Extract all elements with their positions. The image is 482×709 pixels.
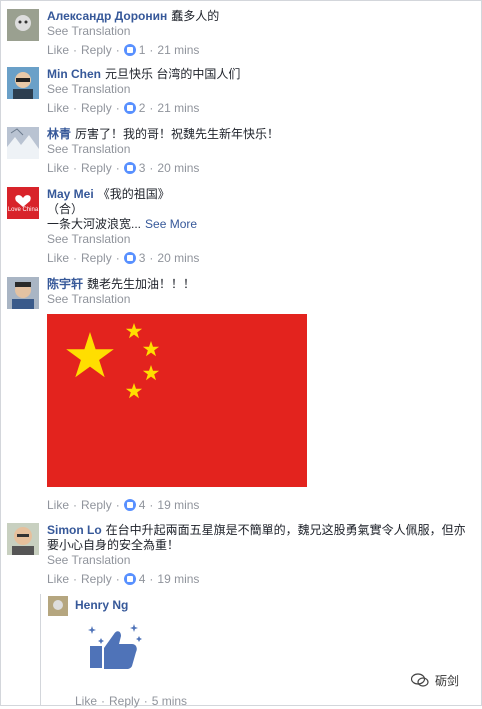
like-reaction-icon[interactable] — [123, 102, 136, 114]
avatar[interactable] — [7, 523, 39, 555]
like-reaction-icon[interactable] — [123, 499, 136, 511]
reply-link[interactable]: Reply — [81, 498, 112, 512]
avatar[interactable] — [48, 596, 68, 616]
thumbs-up-sticker-icon — [86, 620, 142, 672]
timestamp[interactable]: 21 mins — [157, 101, 199, 115]
watermark: 砺剑 — [410, 672, 460, 690]
comment-author[interactable]: Henry Ng — [75, 598, 128, 612]
comment-text: 在台中升起兩面五星旗是不簡單的，魏兄这股勇氣實令人佩服，但亦要小心自身的安全為重… — [47, 523, 466, 552]
reaction-count[interactable]: 2 — [139, 101, 146, 115]
reply-link[interactable]: Reply — [81, 43, 112, 57]
avatar[interactable]: Love China — [7, 187, 39, 219]
like-reaction-icon[interactable] — [123, 162, 136, 174]
comment-text: 魏老先生加油！！！ — [87, 277, 196, 291]
comment-text-line: （合） — [47, 202, 84, 216]
like-link[interactable]: Like — [47, 572, 69, 586]
avatar[interactable] — [7, 277, 39, 309]
like-link[interactable]: Like — [47, 101, 69, 115]
comment-author[interactable]: Александр Доронин — [47, 9, 167, 23]
timestamp[interactable]: 20 mins — [157, 251, 199, 265]
reaction-count[interactable]: 4 — [139, 572, 146, 586]
comment-text-line: 一条大河波浪宽... — [47, 217, 142, 231]
like-reaction-icon[interactable] — [123, 44, 136, 56]
avatar[interactable] — [7, 67, 39, 99]
like-link[interactable]: Like — [47, 43, 69, 57]
comment-author[interactable]: Simon Lo — [47, 523, 102, 537]
like-reaction-icon[interactable] — [123, 252, 136, 264]
see-translation-link[interactable]: See Translation — [47, 24, 474, 39]
see-translation-link[interactable]: See Translation — [47, 292, 474, 307]
reply-link[interactable]: Reply — [81, 572, 112, 586]
see-translation-link[interactable]: See Translation — [47, 82, 474, 97]
avatar[interactable] — [7, 9, 39, 41]
reply-link[interactable]: Reply — [81, 101, 112, 115]
timestamp[interactable]: 20 mins — [157, 161, 199, 175]
comment-text: 蠢多人的 — [171, 9, 220, 23]
like-link[interactable]: Like — [47, 498, 69, 512]
avatar[interactable] — [7, 127, 39, 159]
avatar-caption: Love China — [7, 207, 39, 213]
reaction-count[interactable]: 3 — [139, 161, 146, 175]
reply-link[interactable]: Reply — [81, 161, 112, 175]
see-translation-link[interactable]: See Translation — [47, 232, 474, 247]
comment-author[interactable]: 陈宇轩 — [47, 277, 83, 291]
reaction-count[interactable]: 1 — [139, 43, 146, 57]
comment-author[interactable]: May Mei — [47, 187, 94, 201]
timestamp[interactable]: 21 mins — [157, 43, 199, 57]
like-link[interactable]: Like — [47, 251, 69, 265]
like-reaction-icon[interactable] — [123, 573, 136, 585]
reply-thread-line — [40, 594, 41, 706]
comment-text: 《我的祖国》 — [97, 187, 170, 201]
reaction-count[interactable]: 4 — [139, 498, 146, 512]
see-translation-link[interactable]: See Translation — [47, 142, 474, 157]
comment-text: 厉害了！我的哥！祝魏先生新年快乐！ — [75, 127, 280, 141]
reply-link[interactable]: Reply — [81, 251, 112, 265]
timestamp[interactable]: 19 mins — [157, 572, 199, 586]
see-more-link[interactable]: See More — [145, 217, 197, 231]
comment-author[interactable]: Min Chen — [47, 67, 101, 81]
watermark-text: 砺剑 — [435, 674, 460, 688]
like-link[interactable]: Like — [47, 161, 69, 175]
reaction-count[interactable]: 3 — [139, 251, 146, 265]
timestamp[interactable]: 19 mins — [157, 498, 199, 512]
comment-author[interactable]: 林青 — [47, 127, 71, 141]
wechat-icon — [410, 673, 429, 690]
see-translation-link[interactable]: See Translation — [47, 553, 474, 568]
comment-text: 元旦快乐 台湾的中国人们 — [105, 67, 241, 81]
china-flag[interactable] — [47, 314, 307, 487]
